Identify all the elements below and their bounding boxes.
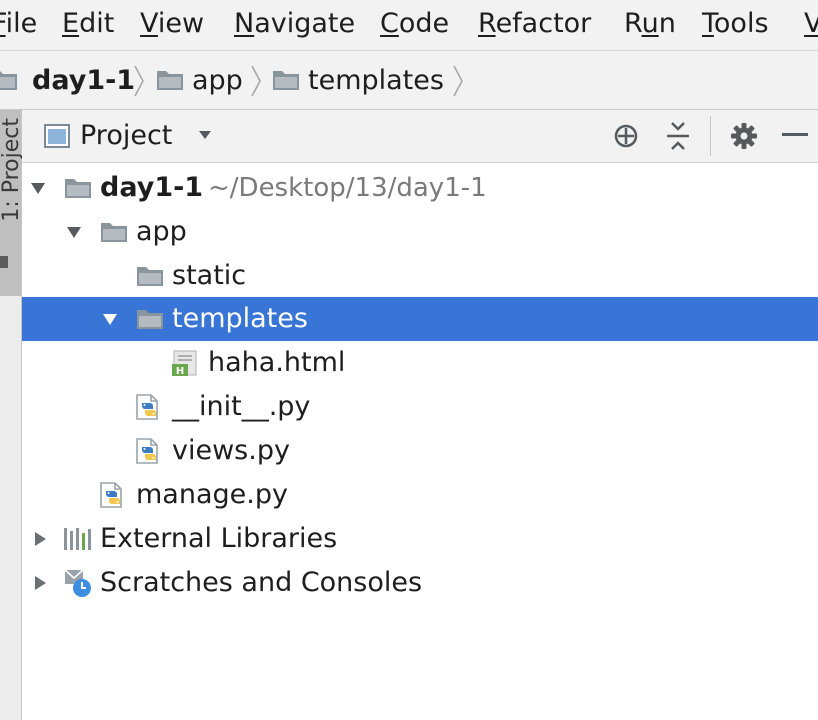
tree-item-init-py[interactable]: __init__.py bbox=[22, 385, 818, 429]
python-file-icon bbox=[98, 480, 128, 510]
html-file-icon bbox=[170, 348, 200, 378]
tree-item-label: day1-1 bbox=[100, 172, 204, 203]
tree-item-static[interactable]: static bbox=[22, 254, 818, 298]
expand-arrow-icon[interactable] bbox=[32, 575, 48, 591]
breadcrumb-label: app bbox=[192, 64, 243, 96]
folder-icon bbox=[156, 68, 184, 92]
tree-item-label: Scratches and Consoles bbox=[100, 567, 423, 598]
tree-item-root[interactable]: day1-1 ~/Desktop/13/day1-1 bbox=[22, 166, 818, 210]
project-view-icon bbox=[44, 124, 70, 148]
tree-item-views-py[interactable]: views.py bbox=[22, 429, 818, 473]
toolbar-divider bbox=[710, 116, 711, 156]
tree-item-label: static bbox=[172, 260, 247, 291]
tree-item-label: __init__.py bbox=[172, 391, 311, 422]
folder-icon bbox=[100, 220, 128, 244]
tree-item-label: templates bbox=[172, 303, 308, 334]
menu-view[interactable]: View bbox=[140, 6, 204, 42]
collapse-icon[interactable] bbox=[664, 120, 692, 152]
menu-run[interactable]: Run bbox=[624, 6, 676, 42]
scratches-icon bbox=[64, 569, 91, 597]
project-tree: day1-1 ~/Desktop/13/day1-1 app static te… bbox=[22, 164, 818, 720]
gear-icon[interactable] bbox=[730, 122, 758, 150]
menu-navigate[interactable]: Navigate bbox=[234, 6, 355, 42]
breadcrumb-label: day1-1 bbox=[32, 64, 136, 96]
panel-title: Project bbox=[80, 120, 173, 151]
tree-item-label: views.py bbox=[172, 435, 290, 466]
tree-item-scratches[interactable]: Scratches and Consoles bbox=[22, 561, 818, 605]
tree-item-label: manage.py bbox=[136, 479, 288, 510]
folder-icon bbox=[272, 68, 300, 92]
libraries-icon bbox=[64, 528, 91, 550]
folder-icon bbox=[64, 176, 92, 200]
python-file-icon bbox=[134, 392, 164, 422]
folder-icon bbox=[136, 264, 164, 288]
menu-file[interactable]: File bbox=[0, 6, 37, 42]
tree-item-manage-py[interactable]: manage.py bbox=[22, 473, 818, 517]
menu-refactor[interactable]: Refactor bbox=[478, 6, 591, 42]
tab-marker-icon bbox=[0, 256, 8, 268]
locate-icon[interactable] bbox=[612, 122, 640, 150]
expand-arrow-icon[interactable] bbox=[66, 224, 82, 240]
expand-arrow-icon[interactable] bbox=[102, 311, 118, 327]
tree-item-app[interactable]: app bbox=[22, 210, 818, 254]
folder-icon bbox=[136, 307, 164, 331]
project-tool-tab-label: 1: Project bbox=[0, 118, 24, 222]
breadcrumb-separator-icon bbox=[452, 64, 464, 98]
tree-item-external-libraries[interactable]: External Libraries bbox=[22, 517, 818, 561]
chevron-down-icon[interactable] bbox=[198, 130, 212, 140]
minimize-icon[interactable] bbox=[782, 132, 808, 138]
expand-arrow-icon[interactable] bbox=[32, 531, 48, 547]
menu-bar: File Edit View Navigate Code Refactor Ru… bbox=[0, 0, 818, 51]
menu-edit[interactable]: Edit bbox=[62, 6, 114, 42]
tree-item-label: External Libraries bbox=[100, 523, 338, 554]
menu-vcs[interactable]: VCS bbox=[804, 6, 818, 42]
breadcrumb-item-templates[interactable]: templates bbox=[272, 51, 444, 109]
tree-item-templates[interactable]: templates bbox=[22, 297, 818, 341]
expand-arrow-icon[interactable] bbox=[30, 180, 46, 196]
tree-item-path: ~/Desktop/13/day1-1 bbox=[208, 173, 487, 203]
tree-item-haha-html[interactable]: haha.html bbox=[22, 341, 818, 385]
breadcrumb-separator-icon bbox=[133, 64, 145, 98]
folder-icon bbox=[0, 68, 18, 92]
breadcrumb-item-day1-1[interactable]: day1-1 bbox=[0, 51, 135, 109]
tree-item-label: haha.html bbox=[208, 347, 346, 378]
python-file-icon bbox=[134, 436, 164, 466]
project-panel-header: Project bbox=[22, 110, 818, 163]
breadcrumb-separator-icon bbox=[250, 64, 262, 98]
menu-tools[interactable]: Tools bbox=[702, 6, 769, 42]
breadcrumb: day1-1 app templates bbox=[0, 51, 818, 110]
breadcrumb-item-app[interactable]: app bbox=[156, 51, 243, 109]
breadcrumb-label: templates bbox=[308, 64, 444, 96]
tree-item-label: app bbox=[136, 216, 187, 247]
menu-code[interactable]: Code bbox=[380, 6, 449, 42]
